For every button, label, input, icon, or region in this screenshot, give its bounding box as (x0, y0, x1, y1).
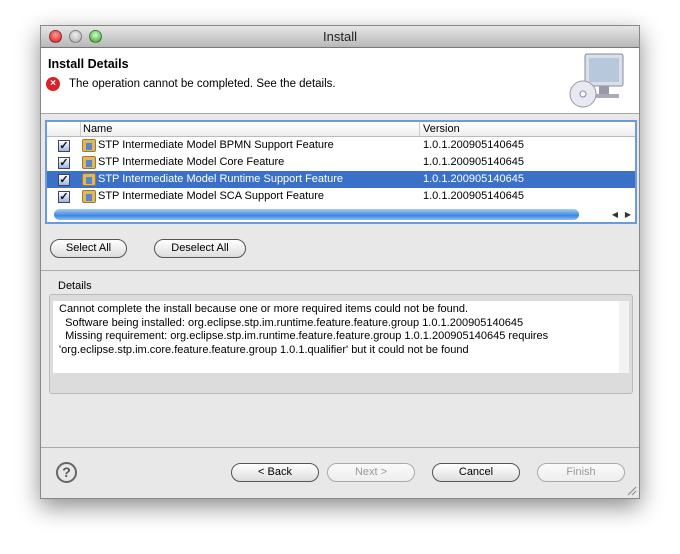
back-button[interactable]: < Back (231, 463, 319, 482)
page-title: Install Details (48, 57, 129, 71)
error-icon: × (46, 77, 60, 91)
feature-icon (82, 156, 96, 169)
checkbox[interactable]: ✓ (58, 140, 70, 152)
checkbox[interactable]: ✓ (58, 191, 70, 203)
install-dialog: Install Install Details × The operation … (40, 25, 640, 499)
feature-version: 1.0.1.200905140645 (423, 139, 524, 151)
feature-icon (82, 139, 96, 152)
scrollbar-thumb[interactable] (54, 209, 579, 220)
header: Install Details × The operation cannot b… (41, 48, 639, 114)
feature-name: STP Intermediate Model BPMN Support Feat… (98, 139, 334, 151)
window-title: Install (323, 29, 357, 44)
feature-icon (82, 190, 96, 203)
feature-name: STP Intermediate Model SCA Support Featu… (98, 190, 325, 202)
table-row[interactable]: ✓ STP Intermediate Model SCA Support Fea… (47, 188, 635, 205)
title-bar: Install (41, 26, 639, 48)
vertical-scrollbar[interactable] (619, 301, 629, 373)
select-all-button[interactable]: Select All (50, 239, 127, 258)
table-row[interactable]: ✓ STP Intermediate Model Core Feature 1.0… (47, 154, 635, 171)
horizontal-scrollbar[interactable]: ◀ ▶ (49, 208, 635, 221)
install-computer-cd-icon (569, 53, 624, 108)
checkbox[interactable]: ✓ (58, 174, 70, 186)
table-row-selected[interactable]: ✓ STP Intermediate Model Runtime Support… (47, 171, 635, 188)
checkbox[interactable]: ✓ (58, 157, 70, 169)
feature-name: STP Intermediate Model Core Feature (98, 156, 285, 168)
scroll-right-icon[interactable]: ▶ (622, 209, 634, 220)
deselect-all-button[interactable]: Deselect All (154, 239, 246, 258)
column-header-name[interactable]: Name (83, 123, 112, 135)
feature-icon (82, 173, 96, 186)
feature-name: STP Intermediate Model Runtime Support F… (98, 173, 343, 185)
feature-version: 1.0.1.200905140645 (423, 190, 524, 202)
feature-version: 1.0.1.200905140645 (423, 173, 524, 185)
scroll-left-icon[interactable]: ◀ (609, 209, 621, 220)
details-label: Details (58, 280, 92, 292)
column-header-version[interactable]: Version (419, 122, 460, 136)
features-table: Name Version ✓ STP Intermediate Model BP… (45, 120, 637, 224)
minimize-button[interactable] (69, 30, 82, 43)
zoom-button[interactable] (89, 30, 102, 43)
resize-grip-icon[interactable] (626, 485, 637, 496)
divider (41, 270, 639, 271)
divider (41, 447, 639, 448)
feature-version: 1.0.1.200905140645 (423, 156, 524, 168)
help-icon[interactable]: ? (56, 462, 77, 483)
table-header: Name Version (47, 122, 635, 137)
details-text[interactable]: Cannot complete the install because one … (53, 301, 621, 373)
error-message: The operation cannot be completed. See t… (69, 78, 336, 90)
next-button: Next > (327, 463, 415, 482)
close-button[interactable] (49, 30, 62, 43)
cancel-button[interactable]: Cancel (432, 463, 520, 482)
table-row[interactable]: ✓ STP Intermediate Model BPMN Support Fe… (47, 137, 635, 154)
details-group: Cannot complete the install because one … (49, 294, 633, 394)
finish-button: Finish (537, 463, 625, 482)
